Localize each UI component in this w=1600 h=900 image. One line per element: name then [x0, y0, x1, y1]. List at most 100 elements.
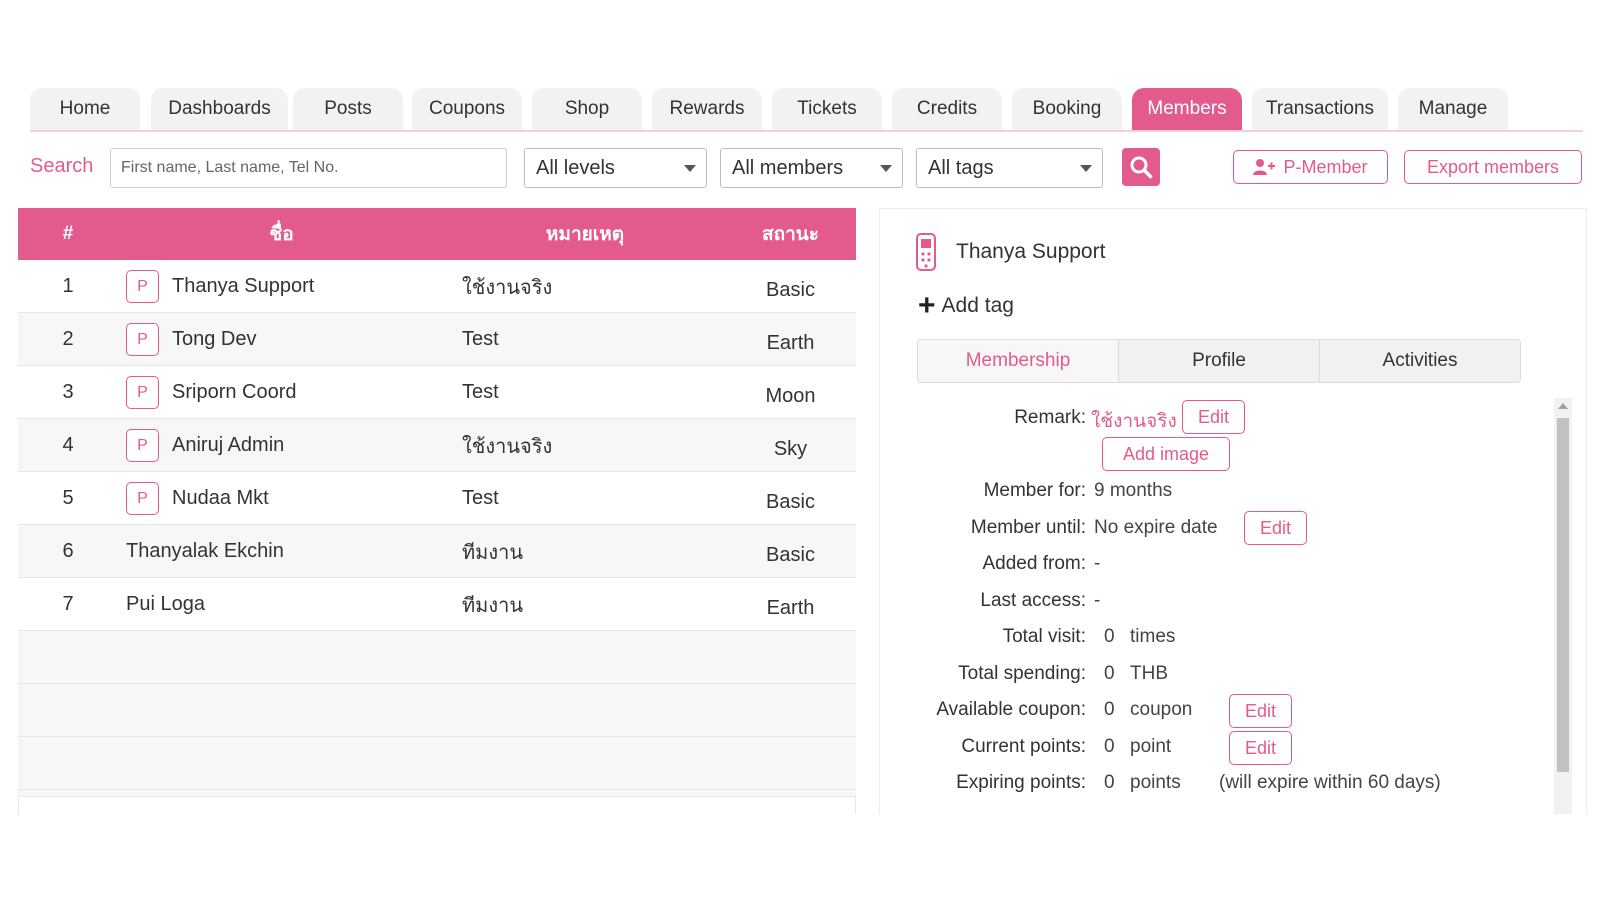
tab-credits[interactable]: Credits: [892, 88, 1002, 130]
tab-profile[interactable]: Profile: [1119, 340, 1320, 382]
member-status: Basic: [725, 472, 856, 525]
member-for-value: 9 months: [1094, 480, 1172, 502]
total-spending-value: 0: [1104, 663, 1115, 685]
row-number: 5: [18, 472, 118, 525]
column-header-remark: หมายเหตุ: [445, 208, 725, 260]
member-name: Aniruj Admin: [172, 434, 284, 457]
table-row[interactable]: 4 P Aniruj Admin ใช้งานจริง Sky: [18, 419, 856, 472]
level-filter-value: All levels: [536, 157, 615, 180]
edit-remark-button[interactable]: Edit: [1182, 400, 1245, 434]
member-status: Earth: [725, 313, 856, 366]
current-points-unit: point: [1130, 736, 1171, 758]
tab-posts[interactable]: Posts: [293, 88, 403, 130]
export-members-button[interactable]: Export members: [1404, 150, 1582, 184]
main-nav-tabs: Home Dashboards Posts Coupons Shop Rewar…: [30, 88, 1583, 132]
column-header-status: สถานะ: [725, 208, 856, 260]
row-number: 2: [18, 313, 118, 366]
tag-filter-value: All tags: [928, 157, 994, 180]
tab-shop[interactable]: Shop: [532, 88, 642, 130]
add-image-button[interactable]: Add image: [1102, 437, 1230, 471]
member-remark: Test: [462, 366, 722, 419]
table-header: # ชื่อ หมายเหตุ สถานะ: [18, 208, 856, 260]
add-tag-button[interactable]: + Add tag: [918, 294, 1014, 318]
mobile-phone-icon: [914, 232, 938, 272]
plus-icon: +: [918, 296, 936, 316]
tab-transactions[interactable]: Transactions: [1252, 88, 1388, 130]
member-status: Basic: [725, 525, 856, 578]
level-filter-select[interactable]: All levels: [524, 148, 707, 188]
add-tag-label: Add tag: [942, 294, 1014, 318]
added-from-value: -: [1094, 553, 1100, 575]
total-visit-unit: times: [1130, 626, 1175, 648]
table-row[interactable]: 1 P Thanya Support ใช้งานจริง Basic: [18, 260, 856, 313]
edit-points-button[interactable]: Edit: [1229, 731, 1292, 765]
tab-membership[interactable]: Membership: [918, 340, 1119, 382]
expiring-points-value: 0: [1104, 772, 1115, 794]
p-member-button[interactable]: P-Member: [1233, 150, 1388, 184]
member-name: Sriporn Coord: [172, 381, 297, 404]
empty-row: [18, 684, 856, 737]
search-input[interactable]: [110, 148, 507, 188]
total-visit-label: Total visit:: [1003, 626, 1086, 648]
member-name: Thanyalak Ekchin: [126, 525, 446, 578]
member-name: Tong Dev: [172, 328, 257, 351]
row-name-cell: P Sriporn Coord: [126, 366, 446, 419]
p-member-badge: P: [126, 429, 159, 462]
expiring-points-unit: points: [1130, 772, 1181, 794]
last-access-label: Last access:: [980, 590, 1086, 612]
chevron-down-icon: [1080, 165, 1092, 172]
tag-filter-select[interactable]: All tags: [916, 148, 1103, 188]
member-remark: ทีมงาน: [462, 578, 722, 631]
chevron-down-icon: [684, 165, 696, 172]
expiring-points-label: Expiring points:: [956, 772, 1086, 794]
scrollbar-thumb[interactable]: [1557, 418, 1569, 772]
table-row[interactable]: 2 P Tong Dev Test Earth: [18, 313, 856, 366]
member-for-label: Member for:: [984, 480, 1086, 502]
added-from-label: Added from:: [983, 553, 1087, 575]
available-coupon-label: Available coupon:: [936, 699, 1086, 721]
member-until-label: Member until:: [971, 517, 1086, 539]
tab-members[interactable]: Members: [1132, 88, 1242, 130]
available-coupon-value: 0: [1104, 699, 1115, 721]
members-table: # ชื่อ หมายเหตุ สถานะ 1 P Thanya Support…: [18, 208, 856, 814]
total-spending-label: Total spending:: [958, 663, 1086, 685]
member-name: Nudaa Mkt: [172, 487, 269, 510]
detail-scrollbar[interactable]: [1554, 398, 1572, 814]
member-status: Moon: [725, 366, 856, 419]
p-member-badge: P: [126, 323, 159, 356]
search-button[interactable]: [1122, 148, 1160, 186]
table-row[interactable]: 3 P Sriporn Coord Test Moon: [18, 366, 856, 419]
table-row[interactable]: 7 Pui Loga ทีมงาน Earth: [18, 578, 856, 631]
member-remark: ใช้งานจริง: [462, 419, 722, 472]
row-number: 6: [18, 525, 118, 578]
member-remark: Test: [462, 313, 722, 366]
member-remark: ใช้งานจริง: [462, 260, 722, 313]
current-points-label: Current points:: [961, 736, 1086, 758]
current-points-value: 0: [1104, 736, 1115, 758]
tab-dashboards[interactable]: Dashboards: [151, 88, 288, 130]
member-filter-select[interactable]: All members: [720, 148, 903, 188]
tab-manage[interactable]: Manage: [1398, 88, 1508, 130]
tab-tickets[interactable]: Tickets: [772, 88, 882, 130]
scroll-up-arrow-icon[interactable]: [1558, 403, 1568, 409]
member-remark: Test: [462, 472, 722, 525]
table-row[interactable]: 6 Thanyalak Ekchin ทีมงาน Basic: [18, 525, 856, 578]
member-status: Earth: [725, 578, 856, 631]
row-number: 7: [18, 578, 118, 631]
tab-booking[interactable]: Booking: [1012, 88, 1122, 130]
expiring-points-note: (will expire within 60 days): [1219, 772, 1441, 794]
empty-row: [18, 737, 856, 790]
member-filter-value: All members: [732, 157, 843, 180]
row-name-cell: P Aniruj Admin: [126, 419, 446, 472]
tab-home[interactable]: Home: [30, 88, 140, 130]
member-status: Basic: [725, 260, 856, 313]
tab-coupons[interactable]: Coupons: [412, 88, 522, 130]
detail-tabs: Membership Profile Activities: [917, 339, 1521, 383]
tab-activities[interactable]: Activities: [1320, 340, 1520, 382]
table-row[interactable]: 5 P Nudaa Mkt Test Basic: [18, 472, 856, 525]
remark-label: Remark:: [1014, 407, 1086, 429]
edit-coupon-button[interactable]: Edit: [1229, 694, 1292, 728]
edit-member-until-button[interactable]: Edit: [1244, 511, 1307, 545]
column-header-name: ชื่อ: [118, 208, 445, 260]
tab-rewards[interactable]: Rewards: [652, 88, 762, 130]
